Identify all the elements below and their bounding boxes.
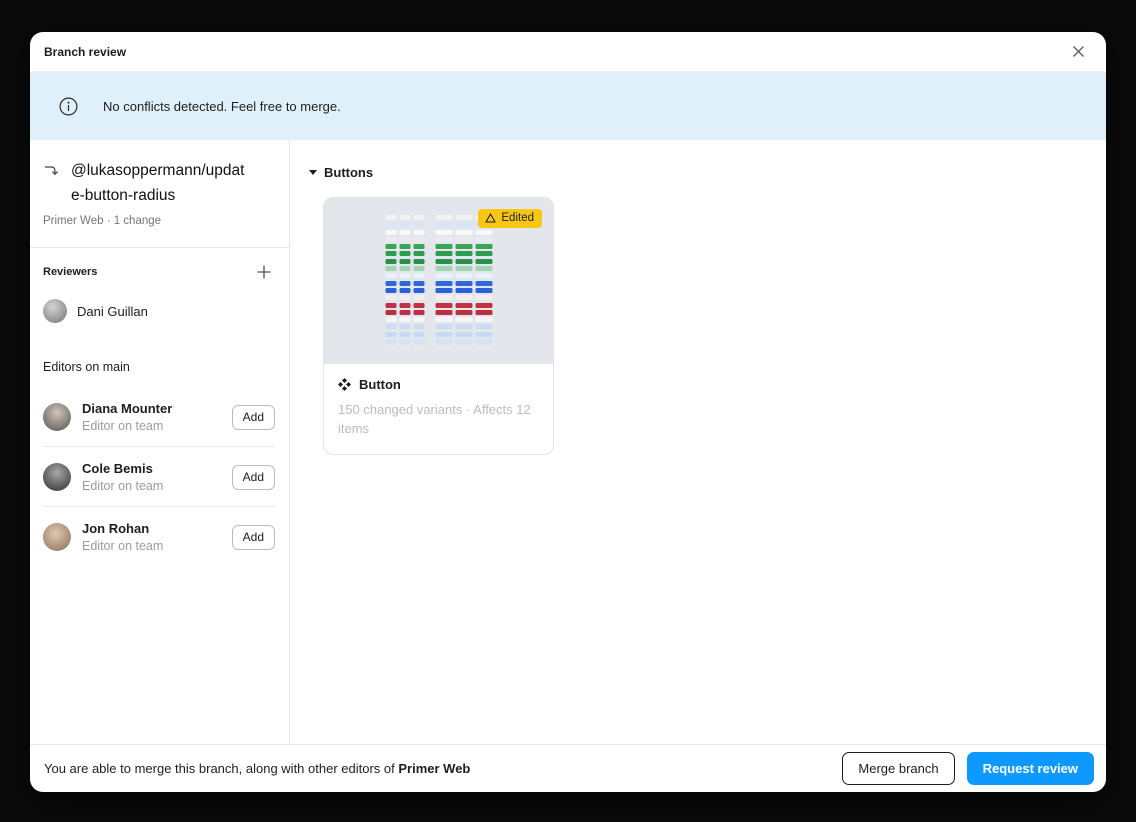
warning-triangle-icon — [485, 213, 496, 223]
close-button[interactable] — [1066, 40, 1090, 64]
dialog-footer: You are able to merge this branch, along… — [30, 744, 1106, 792]
avatar — [43, 463, 71, 491]
editor-name: Diana Mounter — [82, 401, 172, 416]
request-review-button[interactable]: Request review — [967, 752, 1094, 785]
avatar — [43, 403, 71, 431]
reviewers-label: Reviewers — [43, 266, 97, 278]
reviewer-row: Dani Guillan — [43, 299, 275, 323]
info-circle-icon — [59, 97, 78, 116]
dialog-header: Branch review — [30, 32, 1106, 72]
section-header-buttons[interactable]: Buttons — [309, 165, 373, 180]
component-diamonds-icon — [338, 378, 351, 391]
dialog-title: Branch review — [44, 45, 126, 59]
editor-row: Cole Bemis Editor on team Add — [43, 446, 275, 506]
section-label: Buttons — [324, 165, 373, 180]
editor-name: Cole Bemis — [82, 461, 163, 476]
add-reviewer-button[interactable] — [253, 261, 275, 283]
reviewer-name: Dani Guillan — [77, 304, 148, 319]
banner-message: No conflicts detected. Feel free to merg… — [103, 99, 341, 114]
editor-role: Editor on team — [82, 419, 172, 433]
avatar — [43, 523, 71, 551]
editors-on-main-label: Editors on main — [43, 360, 275, 374]
component-name: Button — [359, 377, 401, 392]
edited-badge: Edited — [478, 209, 542, 228]
add-editor-button[interactable]: Add — [232, 405, 275, 430]
badge-label: Edited — [501, 212, 534, 224]
editor-name: Jon Rohan — [82, 521, 163, 536]
triangle-down-icon — [309, 170, 317, 175]
component-meta: 150 changed variants · Affects 12 items — [338, 401, 539, 439]
branch-section: @lukasoppermann/update-button-radius Pri… — [30, 140, 289, 247]
changes-panel: Buttons Edited — [290, 140, 1106, 744]
avatar — [43, 299, 67, 323]
changed-component-card[interactable]: Edited Button — [323, 197, 554, 455]
dialog-body: @lukasoppermann/update-button-radius Pri… — [30, 140, 1106, 744]
editor-row: Diana Mounter Editor on team Add — [43, 387, 275, 446]
add-editor-button[interactable]: Add — [232, 525, 275, 550]
merge-status-banner: No conflicts detected. Feel free to merg… — [30, 72, 1106, 140]
add-editor-button[interactable]: Add — [232, 465, 275, 490]
branch-review-dialog: Branch review No conflicts detected. Fee… — [30, 32, 1106, 792]
close-icon — [1071, 44, 1086, 59]
merge-branch-button[interactable]: Merge branch — [842, 752, 954, 785]
editor-role: Editor on team — [82, 539, 163, 553]
reviewers-section: Reviewers Dani Guillan Editors on main — [30, 247, 289, 566]
editors-list: Diana Mounter Editor on team Add Cole Be… — [43, 387, 275, 566]
footer-project-name: Primer Web — [398, 761, 470, 776]
editor-row: Jon Rohan Editor on team Add — [43, 506, 275, 566]
component-thumbnail: Edited — [324, 198, 553, 364]
card-info: Button 150 changed variants · Affects 12… — [324, 364, 553, 454]
thumbnail-grid — [385, 215, 492, 351]
branch-name: @lukasoppermann/update-button-radius — [71, 158, 251, 208]
plus-icon — [256, 264, 272, 280]
sidebar: @lukasoppermann/update-button-radius Pri… — [30, 140, 290, 744]
editor-role: Editor on team — [82, 479, 163, 493]
footer-message: You are able to merge this branch, along… — [44, 761, 470, 776]
branch-meta: Primer Web · 1 change — [43, 215, 275, 227]
branch-arrow-icon — [43, 163, 60, 208]
